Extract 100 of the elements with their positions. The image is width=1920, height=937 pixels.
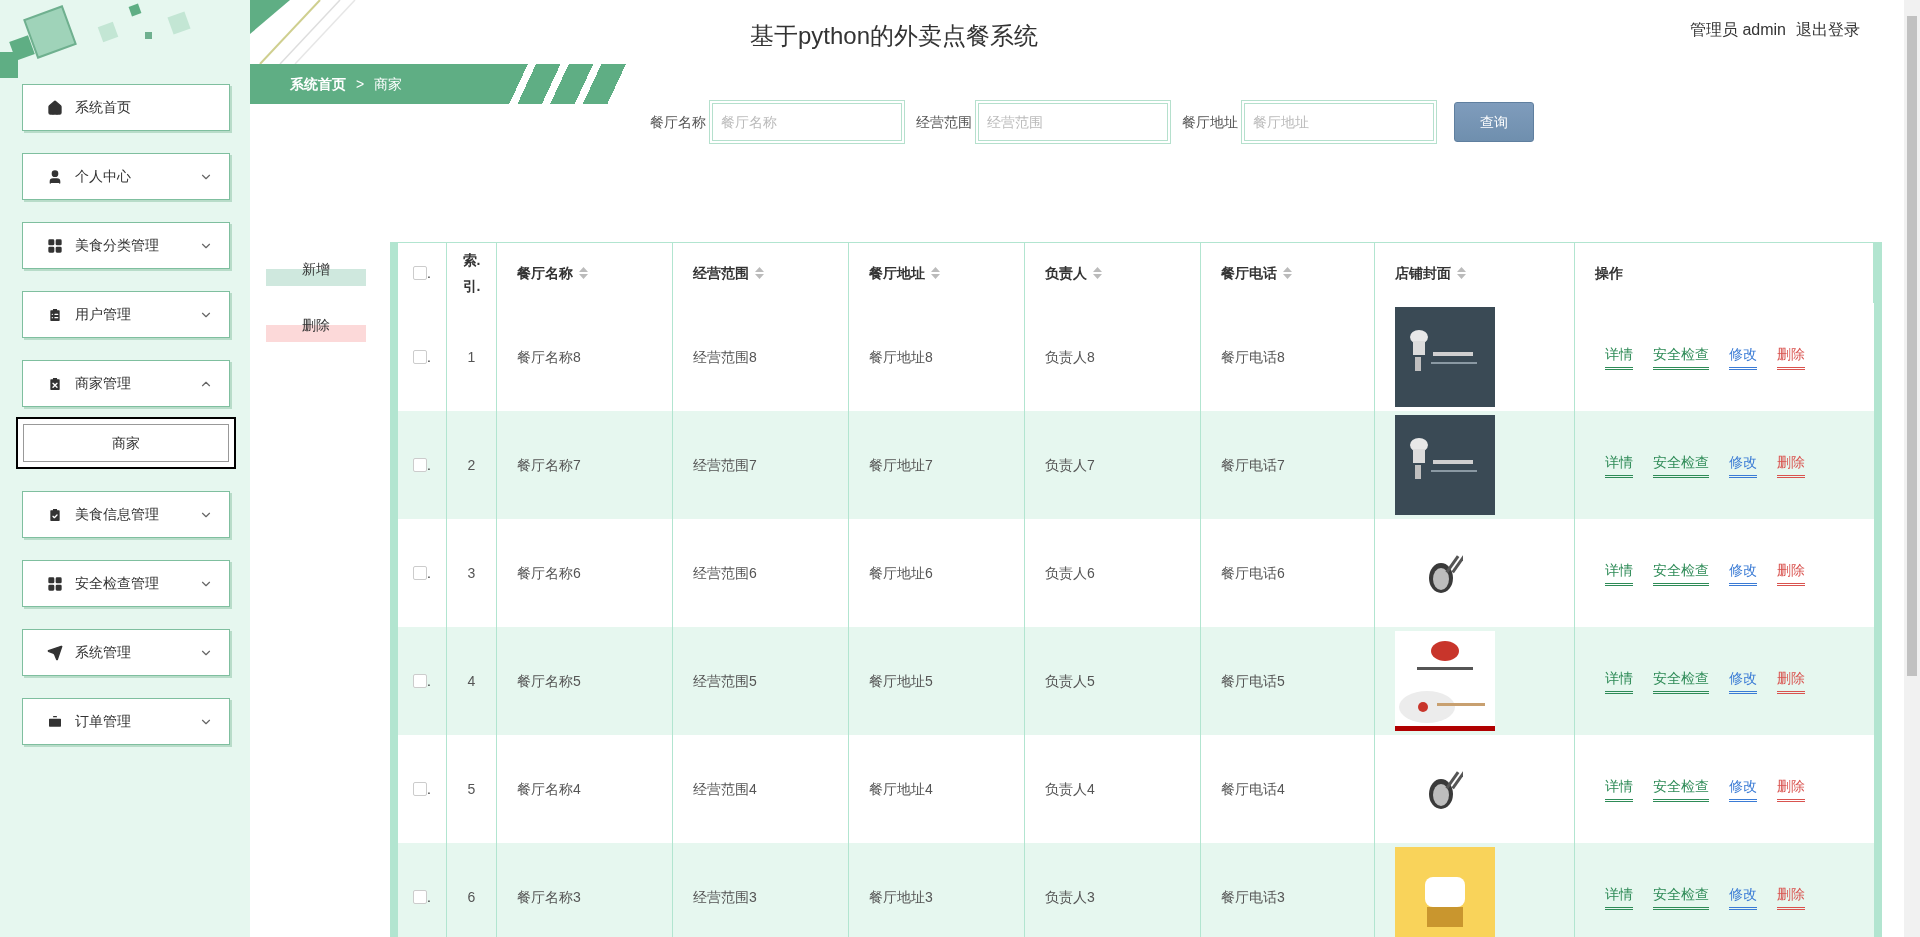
breadcrumb-separator: > <box>356 74 365 94</box>
checkbox-label: . <box>427 347 431 367</box>
action-link[interactable]: 删除 <box>1777 884 1805 910</box>
table-cell-text: 2 <box>467 455 476 475</box>
action-link[interactable]: 安全检查 <box>1653 884 1709 910</box>
clipboard-check-icon <box>47 506 63 523</box>
breadcrumb-current: 商家 <box>374 74 403 94</box>
column-header[interactable]: 店铺封面 <box>1395 262 1451 284</box>
action-link[interactable]: 安全检查 <box>1653 668 1709 694</box>
column-header[interactable]: 负责人 <box>1045 262 1087 284</box>
sort-icon[interactable] <box>755 267 764 279</box>
menu-item[interactable]: 订单管理 <box>22 698 230 745</box>
sort-icon[interactable] <box>579 267 588 279</box>
table-cell-text: 餐厅地址6 <box>869 563 933 583</box>
menu-item[interactable]: 安全检查管理 <box>22 560 230 607</box>
field-label: 餐厅地址 <box>1182 112 1238 132</box>
menu-item[interactable]: 系统首页 <box>22 84 230 131</box>
action-link[interactable]: 删除 <box>1777 668 1805 694</box>
table-cell-text: 餐厅地址3 <box>869 887 933 907</box>
action-link[interactable]: 安全检查 <box>1653 560 1709 586</box>
field-label: 经营范围 <box>916 112 972 132</box>
action-link[interactable]: 详情 <box>1605 668 1633 694</box>
table-cell-text: 经营范围4 <box>693 779 757 799</box>
checkbox-label: . <box>427 887 431 907</box>
menu-item[interactable]: 美食信息管理 <box>22 491 230 538</box>
sort-icon[interactable] <box>1093 267 1102 279</box>
column-header[interactable]: 餐厅电话 <box>1221 262 1277 284</box>
clipboard-icon <box>47 375 63 392</box>
user-label: 管理员 admin <box>1689 20 1786 40</box>
table-cell-text: 餐厅地址7 <box>869 455 933 475</box>
table-cell-text: 餐厅名称5 <box>517 671 581 691</box>
column-header: 索.引. <box>461 251 482 296</box>
table-cell-text: 经营范围3 <box>693 887 757 907</box>
table-cell-text: 餐厅地址8 <box>869 347 933 367</box>
home-icon <box>47 99 63 116</box>
action-link[interactable]: 详情 <box>1605 776 1633 802</box>
action-link[interactable]: 安全检查 <box>1653 344 1709 370</box>
action-link[interactable]: 修改 <box>1729 560 1757 586</box>
grid-icon <box>47 575 63 592</box>
action-link[interactable]: 删除 <box>1777 560 1805 586</box>
checkbox-label: . <box>427 455 431 475</box>
action-link[interactable]: 安全检查 <box>1653 452 1709 478</box>
submenu-item[interactable]: 商家 <box>16 417 236 469</box>
action-link[interactable]: 修改 <box>1729 776 1757 802</box>
search-field[interactable]: 经营范围 <box>978 103 1168 141</box>
search-field[interactable]: 餐厅地址 <box>1244 103 1434 141</box>
table-cell-text: 5 <box>467 779 476 799</box>
menu-item[interactable]: 个人中心 <box>22 153 230 200</box>
column-header: 操作 <box>1595 263 1623 283</box>
table-cell-text: 餐厅名称3 <box>517 887 581 907</box>
table-cell-text: 4 <box>467 671 476 691</box>
action-link[interactable]: 安全检查 <box>1653 776 1709 802</box>
action-link[interactable]: 修改 <box>1729 668 1757 694</box>
action-link[interactable]: 详情 <box>1605 452 1633 478</box>
table-cell-text: 负责人4 <box>1045 779 1095 799</box>
table-cell-text: 餐厅名称4 <box>517 779 581 799</box>
table-cell-text: 餐厅名称6 <box>517 563 581 583</box>
sort-icon[interactable] <box>931 267 940 279</box>
table-cell-text: 餐厅地址5 <box>869 671 933 691</box>
table-cell-text: 经营范围8 <box>693 347 757 367</box>
action-link[interactable]: 修改 <box>1729 884 1757 910</box>
field-label: 餐厅名称 <box>650 112 706 132</box>
action-link[interactable]: 删除 <box>1777 344 1805 370</box>
table-cell-text: 餐厅电话7 <box>1221 455 1285 475</box>
menu-item[interactable]: 系统管理 <box>22 629 230 676</box>
table-cell-text: 餐厅名称7 <box>517 455 581 475</box>
checkbox-label: . <box>427 563 431 583</box>
sort-icon[interactable] <box>1457 267 1466 279</box>
action-link[interactable]: 删除 <box>1777 452 1805 478</box>
column-header[interactable]: 经营范围 <box>693 262 749 284</box>
logout-link[interactable]: 退出登录 <box>1796 18 1860 42</box>
action-link[interactable]: 详情 <box>1605 884 1633 910</box>
user-icon <box>47 168 63 185</box>
table-cell-text: 餐厅电话8 <box>1221 347 1285 367</box>
table-cell-text: 负责人3 <box>1045 887 1095 907</box>
action-link[interactable]: 详情 <box>1605 344 1633 370</box>
column-header[interactable]: 餐厅名称 <box>517 262 573 284</box>
table-cell-text: 3 <box>467 563 476 583</box>
table-cell-text: 负责人8 <box>1045 347 1095 367</box>
action-link[interactable]: 详情 <box>1605 560 1633 586</box>
menu-item[interactable]: 美食分类管理 <box>22 222 230 269</box>
sort-icon[interactable] <box>1283 267 1292 279</box>
search-field[interactable]: 餐厅名称 <box>712 103 902 141</box>
table-cell-text: 1 <box>467 347 476 367</box>
table-cell-text: 负责人6 <box>1045 563 1095 583</box>
action-link[interactable]: 修改 <box>1729 344 1757 370</box>
menu-item[interactable]: 用户管理 <box>22 291 230 338</box>
grid-icon <box>47 237 63 254</box>
column-header[interactable]: 餐厅地址 <box>869 262 925 284</box>
table-cell-text: 经营范围6 <box>693 563 757 583</box>
menu-item[interactable]: 商家管理 <box>22 360 230 407</box>
clipboard-icon <box>47 306 63 323</box>
action-link[interactable]: 修改 <box>1729 452 1757 478</box>
table-cell-text: 经营范围7 <box>693 455 757 475</box>
table-cell-text: 餐厅电话5 <box>1221 671 1285 691</box>
send-icon <box>47 644 63 661</box>
checkbox-label: . <box>427 671 431 691</box>
table-cell-text: 负责人7 <box>1045 455 1095 475</box>
page-title: 基于python的外卖点餐系统 <box>750 21 1039 51</box>
action-link[interactable]: 删除 <box>1777 776 1805 802</box>
